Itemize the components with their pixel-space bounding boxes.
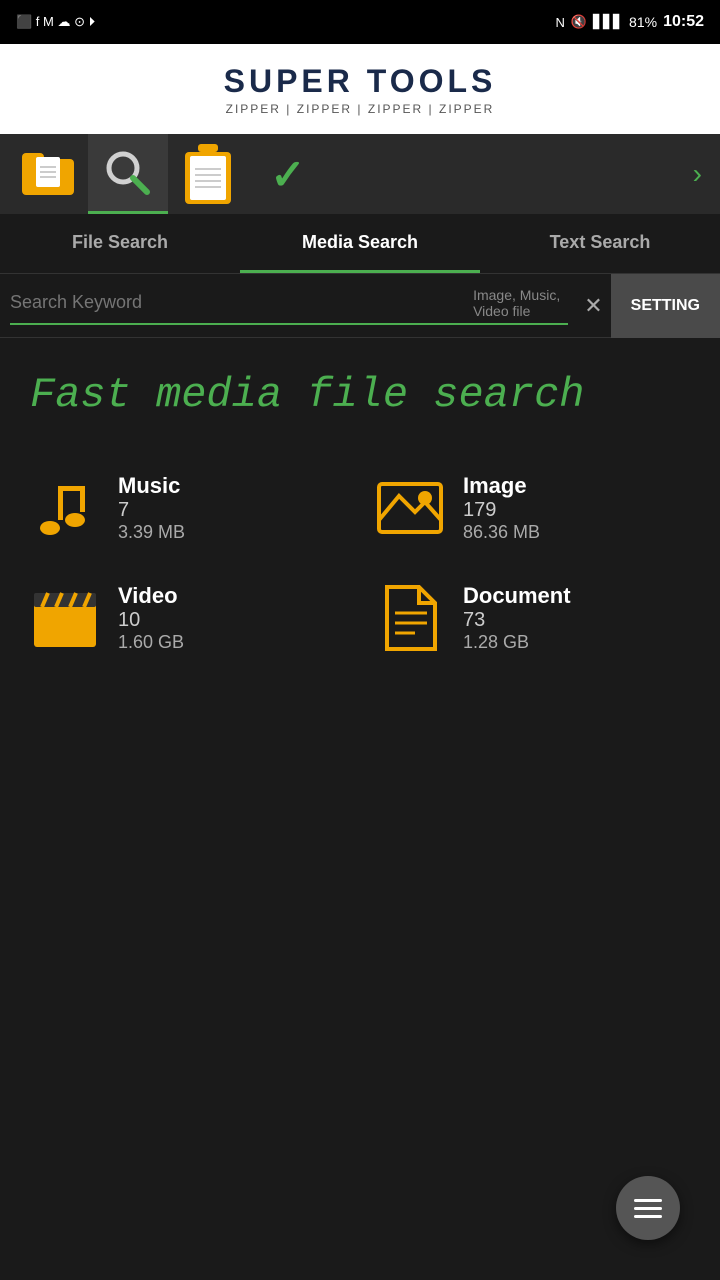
app-subtitle: ZIPPER | ZIPPER | ZIPPER | ZIPPER	[224, 102, 497, 116]
main-content: Fast media file search Music 7 3.39 MB	[0, 338, 720, 683]
image-icon	[375, 473, 445, 543]
stat-document[interactable]: Document 73 1.28 GB	[375, 583, 690, 653]
clear-search-button[interactable]: ✕	[576, 293, 610, 319]
toolbar-check-button[interactable]: ✓	[248, 134, 328, 214]
tabs-bar: File Search Media Search Text Search	[0, 214, 720, 274]
volume-icon: 🔇	[571, 14, 587, 30]
stat-music[interactable]: Music 7 3.39 MB	[30, 473, 345, 543]
image-label: Image	[463, 473, 540, 499]
video-count: 10	[118, 609, 184, 632]
fab-menu-icon	[634, 1199, 662, 1218]
signal-icon: ▋▋▋	[593, 14, 623, 30]
time-display: 10:52	[663, 13, 704, 31]
document-size: 1.28 GB	[463, 632, 571, 653]
music-count: 7	[118, 499, 185, 522]
music-icon	[30, 473, 100, 543]
image-size: 86.36 MB	[463, 522, 540, 543]
tab-file-search[interactable]: File Search	[0, 214, 240, 273]
status-bar-left-icons: ⬛ f M ☁ ⊙ ⏵	[16, 14, 547, 30]
setting-button[interactable]: SETTING	[611, 274, 720, 338]
search-magnifier-icon	[103, 148, 153, 198]
toolbar: ✓ ›	[0, 134, 720, 214]
checkmark-icon: ✓	[270, 150, 305, 199]
tab-media-search[interactable]: Media Search	[240, 214, 480, 273]
music-size: 3.39 MB	[118, 522, 185, 543]
music-label: Music	[118, 473, 185, 499]
status-bar-right-icons: N 🔇 ▋▋▋ 81% 10:52	[555, 13, 704, 31]
document-count: 73	[463, 609, 571, 632]
toolbar-clipboard-button[interactable]	[168, 134, 248, 214]
stat-video[interactable]: Video 10 1.60 GB	[30, 583, 345, 653]
app-title: SUPER TOOLS	[224, 63, 497, 100]
stat-image[interactable]: Image 179 86.36 MB	[375, 473, 690, 543]
toolbar-search-button[interactable]	[88, 134, 168, 214]
video-label: Video	[118, 583, 184, 609]
search-input-wrap: Image, Music,Video file	[10, 287, 568, 325]
headline-text: Fast media file search	[30, 368, 690, 423]
status-icons: ⬛ f M ☁ ⊙ ⏵	[16, 14, 95, 30]
video-size: 1.60 GB	[118, 632, 184, 653]
document-label: Document	[463, 583, 571, 609]
fab-menu-button[interactable]	[616, 1176, 680, 1240]
search-input[interactable]	[10, 292, 473, 313]
toolbar-more-button[interactable]: ›	[693, 158, 712, 190]
search-hint: Image, Music,Video file	[473, 287, 560, 319]
app-banner: SUPER TOOLS ZIPPER | ZIPPER | ZIPPER | Z…	[0, 44, 720, 134]
video-icon	[30, 583, 100, 653]
stats-grid: Music 7 3.39 MB Image 179 86.36 MB	[30, 473, 690, 653]
more-arrow-icon: ›	[693, 158, 702, 189]
nfc-icon: N	[555, 15, 564, 30]
status-bar: ⬛ f M ☁ ⊙ ⏵ N 🔇 ▋▋▋ 81% 10:52	[0, 0, 720, 44]
battery-text: 81%	[629, 14, 657, 30]
toolbar-folder-button[interactable]	[8, 134, 88, 214]
image-count: 179	[463, 499, 540, 522]
tab-text-search[interactable]: Text Search	[480, 214, 720, 273]
document-icon	[375, 583, 445, 653]
search-bar: Image, Music,Video file ✕ SETTING	[0, 274, 720, 338]
